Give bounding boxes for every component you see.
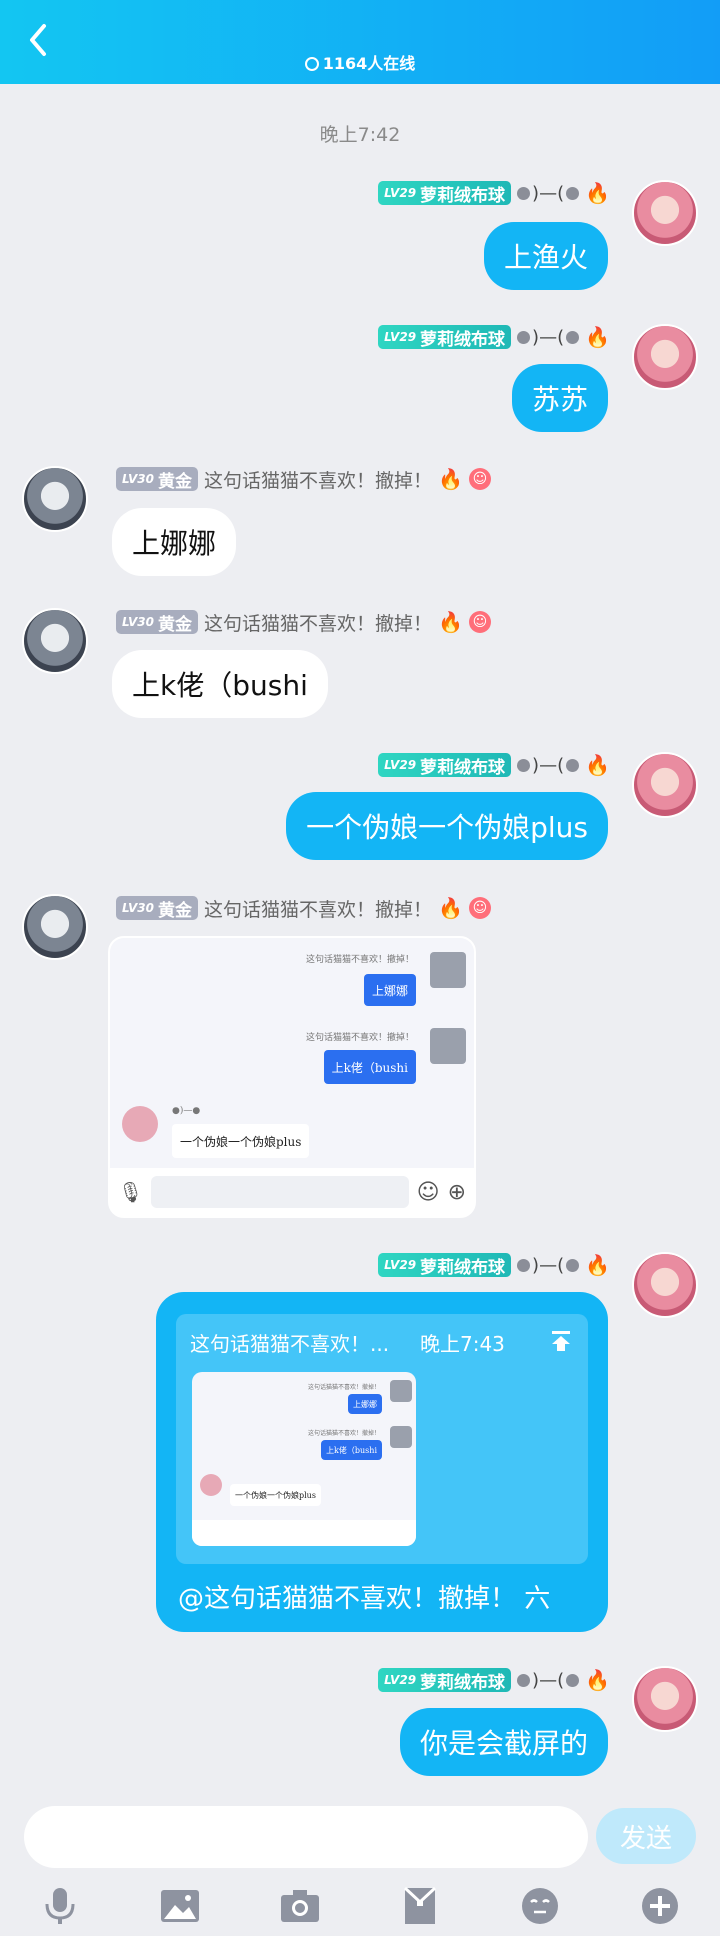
fire-icon: 🔥 [585,1668,610,1692]
timestamp: 晚上7:42 [319,124,401,146]
shot-avatar [200,1474,222,1496]
shot-bubble: 一个伪娘一个伪娘plus [172,1124,310,1158]
reply-text: @这句话猫猫不喜欢！撤掉！ 六 [178,1584,551,1614]
jump-up-icon[interactable] [548,1328,574,1354]
level-badge: LV29 萝莉绒布球 [378,325,512,350]
emoji-icon[interactable] [518,1884,562,1928]
emoji-icon: ☺ [416,1179,440,1205]
avatar[interactable] [632,1666,698,1732]
online-count: 1164人在线 [0,50,720,74]
sender-line: LV29 萝莉绒布球 )—( 🔥 [378,324,610,350]
user-title: )—( [517,183,580,204]
send-button[interactable]: 发送 [596,1808,696,1864]
shot-bubble: 上娜娜 [363,974,416,1006]
online-icon [304,57,319,71]
avatar[interactable] [22,608,88,674]
sender-line: LV30 黄金 这句话猫猫不喜欢！撤掉！ 🔥 ☺ [116,609,491,635]
quoted-message[interactable]: 这句话猫猫不喜欢！... 晚上7:43 这句话猫猫不喜欢！撤掉！ 上娜娜 这句话… [176,1314,588,1564]
shot-bubble: 上k佬（bushi [321,1440,382,1460]
flower-icon: ☺ [468,468,491,490]
fire-icon: 🔥 [585,181,610,205]
user-title: 这句话猫猫不喜欢！撤掉！ [203,898,432,921]
fire-icon: 🔥 [585,753,610,777]
message-bubble[interactable]: 上渔火 [483,222,608,290]
avatar[interactable] [632,180,698,246]
level-badge: LV29 萝莉绒布球 [378,1253,512,1278]
sender-line: LV29 萝莉绒布球 )—( 🔥 [378,180,610,206]
mic-icon[interactable] [38,1884,82,1928]
avatar[interactable] [632,752,698,818]
shot-note: 这句话猫猫不喜欢！撤掉！ [307,1384,380,1391]
level-badge: LV29 萝莉绒布球 [378,181,512,206]
message-bubble[interactable]: 你是会截屏的 [399,1708,608,1776]
shot-avatar [430,952,466,988]
shot-bar [192,1520,416,1546]
avatar[interactable] [632,1252,698,1318]
redpacket-icon[interactable] [398,1884,442,1928]
flower-icon: ☺ [468,611,491,633]
user-title: )—( [517,1255,580,1276]
level-badge: LV30 黄金 [116,467,198,492]
message-bubble[interactable]: 一个伪娘一个伪娘plus [286,792,608,860]
quote-thumbnail[interactable]: 这句话猫猫不喜欢！撤掉！ 上娜娜 这句话猫猫不喜欢！撤掉！ 上k佬（bushi … [192,1372,416,1546]
shot-note: 这句话猫猫不喜欢！撤掉！ [305,1033,414,1043]
reply-message[interactable]: 这句话猫猫不喜欢！... 晚上7:43 这句话猫猫不喜欢！撤掉！ 上娜娜 这句话… [156,1292,608,1632]
fire-icon: 🔥 [438,610,463,634]
screenshot-image[interactable]: 这句话猫猫不喜欢！撤掉！ 上娜娜 这句话猫猫不喜欢！撤掉！ 上k佬（bushi … [108,936,476,1218]
plus-icon[interactable] [638,1884,682,1928]
sender-line: LV30 黄金 这句话猫猫不喜欢！撤掉！ 🔥 ☺ [116,466,491,492]
avatar[interactable] [22,466,88,532]
shot-avatar [390,1426,412,1448]
quote-sender: 这句话猫猫不喜欢！... [190,1332,390,1356]
user-title: )—( [517,1670,580,1691]
fire-icon: 🔥 [585,325,610,349]
input-toolbar [0,1876,720,1936]
shot-avatar [390,1380,412,1402]
message-bubble[interactable]: 苏苏 [511,364,608,432]
sender-line: LV29 萝莉绒布球 )—( 🔥 [378,752,610,778]
level-badge: LV30 黄金 [116,896,198,921]
sender-line: LV29 萝莉绒布球 )—( 🔥 [378,1667,610,1693]
shot-bubble: 上娜娜 [348,1394,382,1414]
mic-icon: 🎙 [118,1180,144,1204]
user-title: )—( [517,755,580,776]
level-badge: LV30 黄金 [116,610,198,635]
avatar[interactable] [632,324,698,390]
avatar[interactable] [22,894,88,960]
chat-header: 1164人在线 [0,0,720,84]
shot-note: 这句话猫猫不喜欢！撤掉！ [307,1430,380,1437]
shot-bubble: 上k佬（bushi [323,1050,416,1084]
level-badge: LV29 萝莉绒布球 [378,1668,512,1693]
shot-bubble: 一个伪娘一个伪娘plus [230,1484,321,1506]
sender-line: LV30 黄金 这句话猫猫不喜欢！撤掉！ 🔥 ☺ [116,895,491,921]
shot-note: 这句话猫猫不喜欢！撤掉！ [305,955,414,965]
shot-input [151,1176,409,1208]
shot-avatar [122,1106,158,1142]
flower-icon: ☺ [468,897,491,919]
sender-line: LV29 萝莉绒布球 )—( 🔥 [378,1252,610,1278]
user-title: 这句话猫猫不喜欢！撤掉！ [203,612,432,635]
fire-icon: 🔥 [438,896,463,920]
fire-icon: 🔥 [438,467,463,491]
message-bubble[interactable]: 上k佬（bushi [112,650,328,718]
user-title: 这句话猫猫不喜欢！撤掉！ [203,469,432,492]
camera-icon[interactable] [278,1884,322,1928]
shot-avatar [430,1028,466,1064]
plus-icon: ⊕ [447,1179,466,1205]
user-title: )—( [517,327,580,348]
level-badge: LV29 萝莉绒布球 [378,753,512,778]
shot-name: ●)—● [172,1106,201,1116]
fire-icon: 🔥 [585,1253,610,1277]
message-bubble[interactable]: 上娜娜 [112,508,237,576]
message-input[interactable] [24,1806,588,1868]
quote-time: 晚上7:43 [420,1332,505,1356]
image-icon[interactable] [158,1884,202,1928]
